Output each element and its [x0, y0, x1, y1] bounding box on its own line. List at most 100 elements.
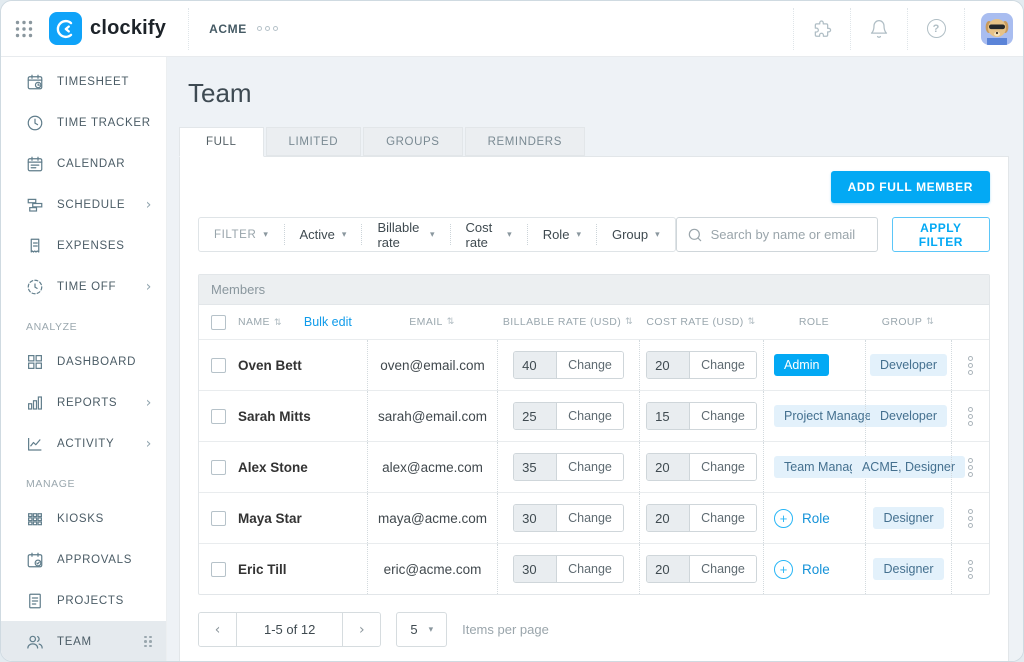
sidebar-item-label: TIMESHEET	[57, 76, 129, 88]
filter-dropdown-billable-rate[interactable]: Billable rate▾	[361, 224, 449, 245]
sidebar-item-activity[interactable]: ACTIVITY ›	[1, 423, 166, 464]
divider	[964, 8, 965, 50]
filter-dropdown-active[interactable]: Active▾	[284, 224, 362, 245]
notifications-bell-icon[interactable]	[855, 1, 903, 56]
row-checkbox[interactable]	[211, 409, 226, 424]
tab-limited[interactable]: LIMITED	[266, 127, 362, 156]
sidebar-item-label: TEAM	[57, 636, 92, 648]
sidebar-item-reports[interactable]: REPORTS ›	[1, 382, 166, 423]
column-header-name[interactable]: NAME⇅	[238, 316, 282, 328]
group-badge[interactable]: ACME, Designer	[852, 456, 965, 478]
search-icon	[687, 227, 703, 243]
sidebar-item-time-off[interactable]: TIME OFF ›	[1, 266, 166, 307]
members-table: Members NAME⇅ Bulk edit EMAIL⇅ BILLABLE …	[198, 274, 990, 595]
integrations-puzzle-icon[interactable]	[798, 1, 846, 56]
row-checkbox[interactable]	[211, 358, 226, 373]
chevron-right-icon: ›	[146, 197, 152, 213]
role-badge[interactable]: Admin	[774, 354, 829, 376]
change-billable-rate-button[interactable]: Change	[556, 454, 623, 480]
clockify-logo[interactable]: clockify	[47, 12, 184, 45]
change-cost-rate-button[interactable]: Change	[689, 556, 756, 582]
row-checkbox[interactable]	[211, 460, 226, 475]
row-menu-kebab-icon[interactable]	[968, 356, 973, 375]
table-row: Alex Stone alex@acme.com 35Change 20Chan…	[199, 441, 989, 492]
billable-rate-control: 30Change	[513, 504, 624, 532]
group-badge[interactable]: Developer	[870, 354, 947, 376]
user-avatar[interactable]	[981, 13, 1013, 45]
column-header-group[interactable]: GROUP⇅	[865, 305, 951, 339]
group-badge[interactable]: Designer	[873, 507, 943, 529]
billable-rate-value: 25	[514, 403, 556, 429]
billable-rate-control: 30Change	[513, 555, 624, 583]
next-page-button[interactable]: ›	[343, 613, 380, 646]
sidebar-item-time-tracker[interactable]: TIME TRACKER	[1, 102, 166, 143]
timesheet-icon	[26, 73, 44, 91]
filter-dropdown-cost-rate[interactable]: Cost rate▾	[450, 224, 527, 245]
select-all-checkbox[interactable]	[211, 315, 226, 330]
change-billable-rate-button[interactable]: Change	[556, 403, 623, 429]
sidebar-item-label: REPORTS	[57, 397, 117, 409]
workspace-selector[interactable]: ACME	[193, 22, 257, 36]
sidebar-item-label: ACTIVITY	[57, 438, 114, 450]
add-role-button[interactable]: +Role	[774, 560, 830, 579]
tab-groups[interactable]: GROUPS	[363, 127, 462, 156]
sidebar-item-dashboard[interactable]: DASHBOARD	[1, 341, 166, 382]
group-badge[interactable]: Designer	[873, 558, 943, 580]
change-billable-rate-button[interactable]: Change	[556, 352, 623, 378]
change-cost-rate-button[interactable]: Change	[689, 403, 756, 429]
cost-rate-control: 20Change	[646, 504, 757, 532]
row-checkbox[interactable]	[211, 511, 226, 526]
filter-dropdown-group[interactable]: Group▾	[596, 224, 675, 245]
tab-reminders[interactable]: REMINDERS	[465, 127, 585, 156]
sidebar-item-timesheet[interactable]: TIMESHEET	[1, 61, 166, 102]
apps-grid-icon[interactable]	[1, 1, 47, 56]
column-header-cost-rate[interactable]: COST RATE (USD)⇅	[639, 305, 763, 339]
sidebar-item-approvals[interactable]: APPROVALS	[1, 539, 166, 580]
change-billable-rate-button[interactable]: Change	[556, 556, 623, 582]
change-cost-rate-button[interactable]: Change	[689, 352, 756, 378]
row-menu-kebab-icon[interactable]	[968, 560, 973, 579]
row-menu-kebab-icon[interactable]	[968, 509, 973, 528]
sidebar-item-team[interactable]: TEAM	[1, 621, 166, 661]
sidebar-item-expenses[interactable]: EXPENSES	[1, 225, 166, 266]
drag-handle-icon[interactable]	[144, 636, 152, 648]
bulk-edit-link[interactable]: Bulk edit	[304, 315, 352, 329]
sidebar-item-calendar[interactable]: CALENDAR	[1, 143, 166, 184]
member-name: Sarah Mitts	[238, 409, 311, 424]
add-role-button[interactable]: +Role	[774, 509, 830, 528]
table-header-row: NAME⇅ Bulk edit EMAIL⇅ BILLABLE RATE (US…	[199, 305, 989, 339]
sidebar-item-label: EXPENSES	[57, 240, 125, 252]
column-header-email[interactable]: EMAIL⇅	[367, 305, 497, 339]
row-checkbox[interactable]	[211, 562, 226, 577]
sidebar-item-kiosks[interactable]: KIOSKS	[1, 498, 166, 539]
filter-label[interactable]: FILTER▾	[199, 224, 284, 245]
row-menu-kebab-icon[interactable]	[968, 458, 973, 477]
sidebar-item-projects[interactable]: PROJECTS	[1, 580, 166, 621]
sidebar-section-manage: MANAGE	[1, 464, 166, 498]
group-badge[interactable]: Developer	[870, 405, 947, 427]
cost-rate-control: 15Change	[646, 402, 757, 430]
row-menu-kebab-icon[interactable]	[968, 407, 973, 426]
cost-rate-value: 20	[647, 454, 689, 480]
workspace-menu-icon[interactable]	[257, 26, 278, 31]
previous-page-button[interactable]: ‹	[199, 613, 236, 646]
add-full-member-button[interactable]: ADD FULL MEMBER	[831, 171, 990, 203]
sidebar-item-schedule[interactable]: SCHEDULE ›	[1, 184, 166, 225]
page-title: Team	[188, 78, 1009, 109]
column-header-billable-rate[interactable]: BILLABLE RATE (USD)⇅	[497, 305, 639, 339]
help-icon[interactable]: ?	[912, 1, 960, 56]
plus-icon: +	[774, 509, 793, 528]
apply-filter-button[interactable]: APPLY FILTER	[892, 217, 990, 252]
billable-rate-value: 30	[514, 505, 556, 531]
filter-dropdown-role[interactable]: Role▾	[527, 224, 596, 245]
clockify-logo-icon	[49, 12, 82, 45]
change-cost-rate-button[interactable]: Change	[689, 505, 756, 531]
search-input[interactable]	[711, 227, 867, 242]
change-cost-rate-button[interactable]: Change	[689, 454, 756, 480]
member-name: Alex Stone	[238, 460, 308, 475]
chevron-down-icon: ▾	[507, 230, 512, 240]
member-email: eric@acme.com	[367, 544, 497, 594]
change-billable-rate-button[interactable]: Change	[556, 505, 623, 531]
tab-full[interactable]: FULL	[179, 127, 264, 157]
items-per-page-select[interactable]: 5 ▾	[396, 612, 447, 647]
